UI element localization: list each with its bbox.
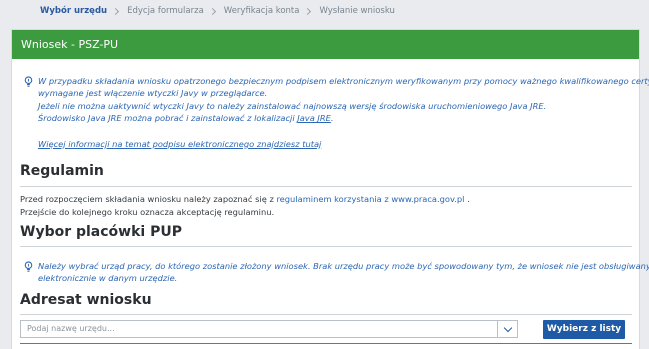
choose-from-list-button[interactable]: Wybierz z listy — [543, 320, 625, 339]
regulamin-text-2: Przejście do kolejnego kroku oznacza akc… — [20, 207, 275, 217]
java-info-line-4: Środowisko Java JRE można pobrać i zains… — [24, 112, 629, 124]
java-info-line-4-suffix: . — [330, 113, 334, 124]
adresat-title: Adresat wniosku — [20, 292, 152, 308]
chevron-right-icon — [112, 7, 120, 15]
java-info-line-2: wymagane jest włączenie wtyczki Javy w p… — [38, 88, 268, 99]
java-info-line-1: W przypadku składania wniosku opatrzoneg… — [38, 76, 649, 86]
divider — [20, 246, 632, 247]
breadcrumb-item-wybor-urzedu[interactable]: Wybór urzędu — [40, 6, 107, 16]
office-select-placeholder: Podaj nazwę urzędu... — [27, 324, 115, 333]
java-info-line-4-text: Środowisko Java JRE można pobrać i zains… — [38, 113, 298, 124]
breadcrumb-item-edycja-formularza: Edycja formularza — [127, 6, 204, 16]
more-info-signature-link[interactable]: Więcej informacji na temat podpisu elekt… — [38, 139, 321, 149]
form-card: Wniosek - PSZ-PU W przypadku składania w… — [11, 29, 649, 349]
divider — [20, 314, 632, 315]
regulamin-title: Regulamin — [20, 163, 104, 179]
java-info-more: Więcej informacji na temat podpisu elekt… — [24, 138, 629, 150]
java-jre-link[interactable]: Java JRE — [297, 113, 331, 123]
regulamin-link[interactable]: regulaminem korzystania z www.praca.gov.… — [276, 194, 464, 204]
placowka-info-line-1: Należy wybrać urząd pracy, do którego zo… — [38, 261, 649, 271]
divider — [20, 343, 632, 344]
chevron-down-icon — [503, 323, 512, 332]
java-info-box: W przypadku składania wniosku opatrzoneg… — [24, 75, 649, 150]
breadcrumb-item-wyslanie-wniosku: Wysłanie wniosku — [319, 6, 395, 16]
card-header: Wniosek - PSZ-PU — [12, 30, 639, 59]
lightbulb-icon — [24, 76, 33, 87]
regulamin-text-1-prefix: Przed rozpoczęciem składania wniosku nal… — [20, 194, 277, 204]
placowka-title: Wybor placówki PUP — [20, 224, 182, 240]
java-info-line-3: Jeżeli nie można uaktywnić wtyczki Javy … — [38, 100, 547, 111]
office-select-toggle[interactable] — [497, 321, 517, 337]
divider — [20, 186, 632, 187]
office-select[interactable]: Podaj nazwę urzędu... — [20, 320, 518, 338]
placowka-info-line-2: elektronicznie w danym urzędzie. — [38, 273, 178, 284]
breadcrumb-item-weryfikacja-konta: Weryfikacja konta — [223, 6, 300, 16]
breadcrumb: Wybór urzędu Edycja formularza Weryfikac… — [40, 5, 395, 17]
placowka-info-box: Należy wybrać urząd pracy, do którego zo… — [24, 260, 649, 285]
lightbulb-icon — [24, 261, 33, 272]
chevron-right-icon — [208, 7, 216, 15]
regulamin-text-1-suffix: . — [464, 194, 470, 204]
regulamin-text-1: Przed rozpoczęciem składania wniosku nal… — [20, 194, 470, 204]
chevron-right-icon — [304, 7, 312, 15]
